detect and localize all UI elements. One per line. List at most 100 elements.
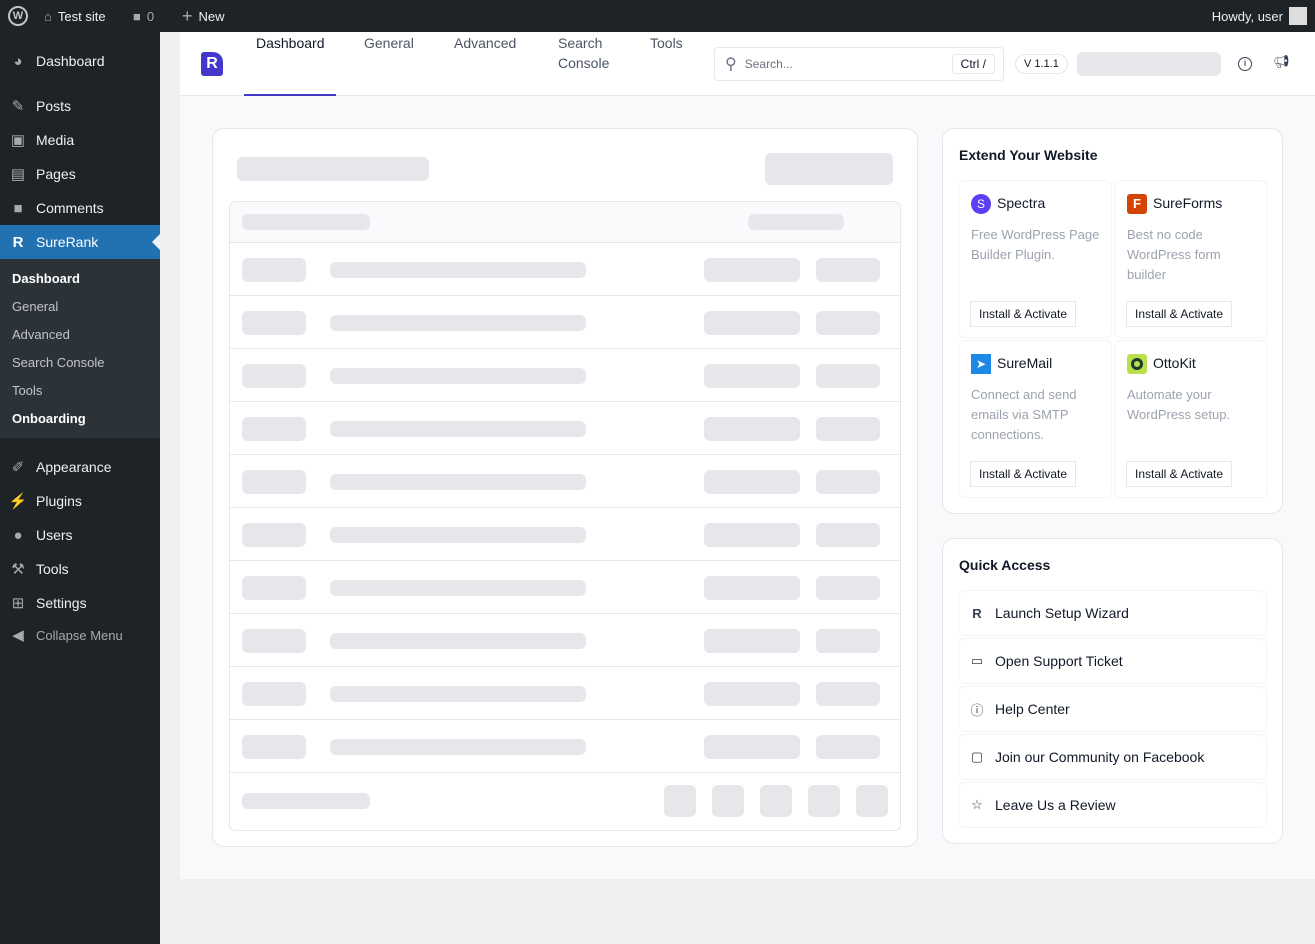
row-skeleton xyxy=(242,258,306,282)
plugin-card-ottokit: OttoKit Automate your WordPress setup. I… xyxy=(1115,341,1267,497)
tab-dashboard[interactable]: Dashboard xyxy=(256,32,325,53)
row-skeleton xyxy=(808,785,840,817)
row-skeleton xyxy=(816,576,880,600)
row-skeleton xyxy=(242,311,306,335)
row-skeleton xyxy=(704,258,800,282)
wrench-icon: ⚒ xyxy=(11,561,25,578)
account-menu[interactable]: Howdy, user xyxy=(1212,0,1307,32)
row-skeleton xyxy=(816,629,880,653)
row-skeleton xyxy=(330,474,586,490)
info-icon[interactable]: i xyxy=(1238,57,1252,71)
row-skeleton xyxy=(330,633,586,649)
row-skeleton xyxy=(816,258,880,282)
row-skeleton xyxy=(816,311,880,335)
install-sureforms-button[interactable]: Install & Activate xyxy=(1126,301,1233,327)
surerank-submenu: Dashboard General Advanced Search Consol… xyxy=(0,259,160,438)
row-skeleton xyxy=(704,629,800,653)
spectra-logo-icon: S xyxy=(971,194,991,214)
plug-icon: ⚡ xyxy=(8,493,28,510)
row-skeleton xyxy=(704,470,800,494)
row-skeleton xyxy=(330,739,586,755)
comments-link[interactable]: ■ 0 xyxy=(133,0,154,32)
brush-icon: ✐ xyxy=(11,459,25,476)
media-icon: ▣ xyxy=(10,132,26,149)
sureforms-logo-icon: F xyxy=(1127,194,1147,214)
plugin-name: SureMail xyxy=(997,355,1053,371)
install-ottokit-button[interactable]: Install & Activate xyxy=(1126,461,1233,487)
version-badge: V 1.1.1 xyxy=(1015,54,1068,74)
tab-search-console[interactable]: Search Console xyxy=(558,32,620,73)
help-center-link[interactable]: ⓘ Help Center xyxy=(959,687,1266,731)
launch-setup-wizard-link[interactable]: R Launch Setup Wizard xyxy=(959,591,1266,635)
table-row xyxy=(230,614,900,667)
row-skeleton xyxy=(330,421,586,437)
install-spectra-button[interactable]: Install & Activate xyxy=(970,301,1077,327)
sidebar-item-tools[interactable]: ⚒ Tools xyxy=(0,552,160,586)
facebook-community-link[interactable]: ▢ Join our Community on Facebook xyxy=(959,735,1266,779)
row-skeleton xyxy=(242,417,306,441)
plugin-card-spectra: S Spectra Free WordPress Page Builder Pl… xyxy=(959,181,1111,337)
row-skeleton xyxy=(242,364,306,388)
row-skeleton xyxy=(816,364,880,388)
avatar xyxy=(1289,7,1307,25)
settings-icon: ⊞ xyxy=(11,595,25,612)
comment-icon: ■ xyxy=(133,8,141,24)
install-suremail-button[interactable]: Install & Activate xyxy=(970,461,1077,487)
table-row xyxy=(230,720,900,773)
tab-general[interactable]: General xyxy=(364,32,414,53)
submenu-dashboard[interactable]: Dashboard xyxy=(0,265,160,293)
admin-bar: W ⌂ Test site ■ 0 + New Howdy, user xyxy=(0,0,1315,32)
card-title: Quick Access xyxy=(959,557,1051,573)
header-skeleton xyxy=(748,214,844,230)
loading-placeholder xyxy=(1077,52,1221,76)
sidebar-item-posts[interactable]: ✎ Posts xyxy=(0,89,160,123)
submenu-search-console[interactable]: Search Console xyxy=(0,349,160,377)
row-skeleton xyxy=(664,785,696,817)
header-skeleton xyxy=(242,214,370,230)
collapse-icon: ◀ xyxy=(12,627,24,644)
sidebar-item-settings[interactable]: ⊞ Settings xyxy=(0,586,160,620)
open-support-ticket-link[interactable]: ▭ Open Support Ticket xyxy=(959,639,1266,683)
admin-sidebar: ◕ Dashboard ✎ Posts ▣ Media ▤ Pages ■ Comment… xyxy=(0,32,160,944)
sidebar-item-plugins[interactable]: ⚡ Plugins xyxy=(0,484,160,518)
site-link[interactable]: ⌂ Test site xyxy=(44,0,106,32)
submenu-advanced[interactable]: Advanced xyxy=(0,321,160,349)
submenu-tools[interactable]: Tools xyxy=(0,377,160,405)
tab-tools[interactable]: Tools xyxy=(650,32,683,53)
row-skeleton xyxy=(242,576,306,600)
table-row xyxy=(230,296,900,349)
table-header xyxy=(230,202,900,243)
search-input[interactable]: ⚲ Search... Ctrl / xyxy=(714,47,1004,81)
leave-review-link[interactable]: ☆ Leave Us a Review xyxy=(959,783,1266,827)
plugin-description: Automate your WordPress setup. xyxy=(1127,387,1231,422)
submenu-onboarding[interactable]: Onboarding xyxy=(0,405,160,433)
sidebar-item-dashboard[interactable]: ◕ Dashboard xyxy=(0,44,160,78)
quick-access-card: Quick Access R Launch Setup Wizard ▭ Open … xyxy=(942,538,1283,844)
submenu-general[interactable]: General xyxy=(0,293,160,321)
collapse-menu-button[interactable]: ◀ Collapse Menu xyxy=(0,618,160,652)
ottokit-logo-icon xyxy=(1127,354,1147,374)
sidebar-item-comments[interactable]: ■ Comments xyxy=(0,191,160,225)
wordpress-logo-icon[interactable]: W xyxy=(8,0,28,32)
new-link[interactable]: + New xyxy=(182,0,225,32)
row-skeleton xyxy=(330,527,586,543)
active-tab-indicator xyxy=(244,94,336,96)
megaphone-icon[interactable]: 📢︎ xyxy=(1273,54,1290,70)
row-skeleton xyxy=(242,735,306,759)
row-skeleton xyxy=(712,785,744,817)
row-skeleton xyxy=(242,629,306,653)
sidebar-item-media[interactable]: ▣ Media xyxy=(0,123,160,157)
surerank-logo[interactable]: R xyxy=(201,52,223,76)
row-skeleton xyxy=(704,364,800,388)
sidebar-item-users[interactable]: ● Users xyxy=(0,518,160,552)
row-skeleton xyxy=(330,315,586,331)
sidebar-item-pages[interactable]: ▤ Pages xyxy=(0,157,160,191)
sidebar-item-surerank[interactable]: R SureRank xyxy=(0,225,160,259)
tab-advanced[interactable]: Advanced xyxy=(454,32,516,53)
plugin-description: Free WordPress Page Builder Plugin. xyxy=(971,227,1100,262)
plugin-name: OttoKit xyxy=(1153,355,1196,371)
plus-icon: + xyxy=(182,5,193,26)
row-skeleton xyxy=(330,686,586,702)
sidebar-item-appearance[interactable]: ✐ Appearance xyxy=(0,450,160,484)
surerank-icon: R xyxy=(12,233,24,251)
